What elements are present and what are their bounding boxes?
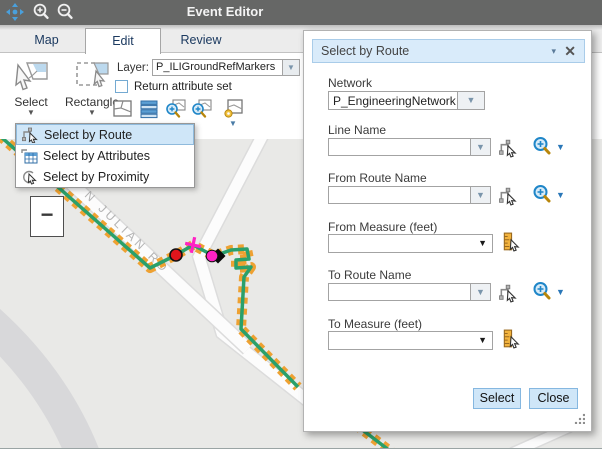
from-measure-caret-icon[interactable]: ▼ — [478, 238, 487, 248]
tab-map[interactable]: Map — [8, 28, 85, 53]
line-name-label: Line Name — [328, 123, 386, 137]
titlebar: Event Editor — [0, 0, 602, 25]
network-label: Network — [328, 76, 372, 90]
select-features-icon[interactable] — [112, 99, 134, 119]
menu-item-label: Select by Attributes — [43, 149, 150, 163]
panel-collapse-caret-icon[interactable]: ▾ — [551, 40, 556, 62]
panel-title: Select by Route — [321, 44, 409, 58]
network-dropdown-value: P_EngineeringNetwork — [328, 91, 458, 110]
layer-dropdown-caret-icon[interactable]: ▼ — [283, 59, 300, 76]
line-name-zoom-icon[interactable] — [532, 136, 552, 156]
close-button[interactable]: Close — [529, 388, 578, 409]
from-route-name-dropdown-value — [328, 186, 471, 204]
select-tool-button[interactable]: Select ▼ — [4, 57, 58, 117]
select-tool-icon — [13, 57, 49, 93]
to-route-name-dropdown-caret-icon[interactable]: ▼ — [471, 283, 491, 301]
line-name-dropdown-value — [328, 138, 471, 156]
to-measure-caret-icon[interactable]: ▼ — [478, 335, 487, 345]
panel-close-icon[interactable]: ✕ — [564, 40, 576, 62]
select-by-attributes-icon — [20, 148, 38, 164]
select-by-proximity-icon — [20, 169, 38, 185]
menu-item-select-by-proximity[interactable]: Select by Proximity — [16, 166, 194, 187]
panel-header[interactable]: Select by Route ▾ ✕ — [312, 39, 585, 63]
select-tool-caret-icon[interactable]: ▼ — [4, 109, 58, 117]
to-measure-ruler-icon[interactable] — [501, 329, 521, 349]
from-measure-label: From Measure (feet) — [328, 220, 437, 234]
network-dropdown[interactable]: P_EngineeringNetwork ▼ — [328, 91, 485, 110]
select-tool-label: Select — [4, 95, 58, 109]
event-editor-window: N JULIAN RD − — [0, 0, 602, 449]
to-route-name-label: To Route Name — [328, 268, 411, 282]
panel-resize-grip[interactable] — [574, 413, 585, 424]
red-point-event[interactable] — [170, 249, 182, 261]
to-route-name-dropdown[interactable]: ▼ — [328, 283, 491, 301]
pan-to-selected-icon[interactable] — [190, 99, 212, 119]
menu-item-select-by-attributes[interactable]: Select by Attributes — [16, 145, 194, 166]
return-attribute-set-checkbox[interactable] — [115, 80, 128, 93]
rectangle-tool-icon — [74, 57, 110, 93]
menu-item-select-by-route[interactable]: Select by Route — [16, 124, 194, 145]
selectable-layers-icon[interactable] — [222, 99, 244, 119]
to-route-map-select-icon[interactable] — [498, 283, 518, 303]
select-by-route-panel: Select by Route ▾ ✕ Network P_Engineerin… — [303, 30, 592, 432]
app-title: Event Editor — [0, 4, 450, 19]
attribute-table-icon[interactable] — [138, 99, 160, 119]
line-name-zoom-caret-icon[interactable]: ▼ — [556, 142, 565, 152]
menu-item-label: Select by Route — [44, 128, 132, 142]
to-measure-combo[interactable]: ▼ — [328, 331, 493, 350]
from-route-map-select-icon[interactable] — [498, 186, 518, 206]
network-dropdown-caret-icon[interactable]: ▼ — [458, 91, 485, 110]
select-by-route-icon — [21, 127, 39, 143]
to-route-zoom-caret-icon[interactable]: ▼ — [556, 287, 565, 297]
layer-label: Layer: — [117, 62, 149, 74]
layer-dropdown[interactable]: P_ILIGroundRefMarkers ▼ — [152, 59, 300, 76]
to-measure-label: To Measure (feet) — [328, 317, 422, 331]
from-route-zoom-icon[interactable] — [532, 184, 552, 204]
line-name-map-select-icon[interactable] — [498, 138, 518, 158]
from-measure-combo[interactable]: ▼ — [328, 234, 493, 253]
layer-dropdown-value: P_ILIGroundRefMarkers — [152, 59, 283, 76]
tab-review[interactable]: Review — [161, 28, 241, 53]
to-route-zoom-icon[interactable] — [532, 281, 552, 301]
tab-edit[interactable]: Edit — [85, 28, 161, 54]
line-name-dropdown-caret-icon[interactable]: ▼ — [471, 138, 491, 156]
line-name-dropdown[interactable]: ▼ — [328, 138, 491, 156]
return-attribute-set-label: Return attribute set — [134, 81, 232, 93]
from-route-name-label: From Route Name — [328, 171, 427, 185]
from-route-name-dropdown[interactable]: ▼ — [328, 186, 491, 204]
from-route-zoom-caret-icon[interactable]: ▼ — [556, 190, 565, 200]
from-measure-ruler-icon[interactable] — [501, 232, 521, 252]
menu-item-label: Select by Proximity — [43, 170, 149, 184]
from-route-name-dropdown-caret-icon[interactable]: ▼ — [471, 186, 491, 204]
to-route-name-dropdown-value — [328, 283, 471, 301]
zoom-to-selected-icon[interactable] — [164, 99, 186, 119]
select-button[interactable]: Select — [473, 388, 521, 409]
map-zoom-out-button[interactable]: − — [30, 196, 64, 237]
selectable-layers-caret-icon[interactable]: ▼ — [229, 119, 237, 128]
select-dropdown-menu: Select by Route Select by Attributes Sel… — [15, 123, 195, 188]
